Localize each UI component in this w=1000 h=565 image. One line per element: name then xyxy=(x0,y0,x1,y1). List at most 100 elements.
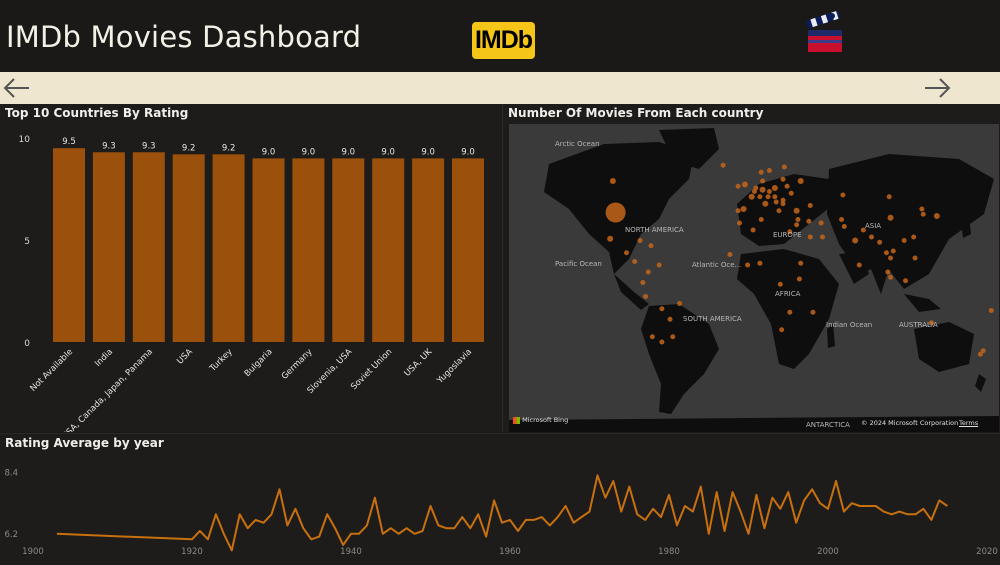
map-bubble[interactable] xyxy=(795,217,801,222)
map-bubble[interactable] xyxy=(796,276,802,282)
map-bubble[interactable] xyxy=(727,252,733,257)
map-bubble[interactable] xyxy=(798,260,804,266)
map-bubble[interactable] xyxy=(751,189,757,194)
map-bubble[interactable] xyxy=(750,227,756,233)
map-bubble[interactable] xyxy=(772,194,778,200)
map-bubble[interactable] xyxy=(740,206,747,212)
map-bubble[interactable] xyxy=(780,176,786,182)
bar[interactable] xyxy=(92,152,125,342)
map-bubble[interactable] xyxy=(607,235,614,242)
map-bubble[interactable] xyxy=(643,294,649,299)
forward-arrow-icon[interactable] xyxy=(922,74,952,102)
bar[interactable] xyxy=(252,158,285,342)
map-bubble[interactable] xyxy=(760,178,766,184)
map-bubble[interactable] xyxy=(890,248,896,254)
map-bubble[interactable] xyxy=(758,217,764,222)
map-bubble[interactable] xyxy=(794,222,800,228)
map-bubble[interactable] xyxy=(806,218,812,224)
map-bubble[interactable] xyxy=(779,327,785,333)
map-bubble[interactable] xyxy=(773,199,779,205)
map-bubble[interactable] xyxy=(667,316,673,322)
map-bubble[interactable] xyxy=(920,211,926,217)
map-bubble[interactable] xyxy=(869,234,874,240)
map-bubble[interactable] xyxy=(745,262,751,268)
bar[interactable] xyxy=(132,152,165,342)
rating-line[interactable] xyxy=(56,474,948,552)
map-bubble[interactable] xyxy=(840,192,846,198)
map-bubble[interactable] xyxy=(605,202,626,223)
map-bubble[interactable] xyxy=(656,262,662,268)
map-bubble[interactable] xyxy=(856,262,862,268)
map-bubble[interactable] xyxy=(766,189,772,194)
map-bubble[interactable] xyxy=(677,301,683,306)
map-bubble[interactable] xyxy=(977,351,983,357)
back-arrow-icon[interactable] xyxy=(2,74,32,102)
map-bubble[interactable] xyxy=(759,186,766,193)
bar[interactable] xyxy=(212,154,245,342)
map-bubble[interactable] xyxy=(640,280,646,285)
map-bubble[interactable] xyxy=(883,250,889,256)
map-bubble[interactable] xyxy=(609,178,616,184)
map-bubble[interactable] xyxy=(888,274,894,280)
map-bubble[interactable] xyxy=(670,334,676,340)
map-bubble[interactable] xyxy=(788,190,794,196)
bar[interactable] xyxy=(292,158,325,342)
map-bubble[interactable] xyxy=(852,237,859,244)
map-bubble[interactable] xyxy=(903,278,909,284)
map-bubble[interactable] xyxy=(632,259,638,264)
map-bubble[interactable] xyxy=(659,339,665,345)
map-bubble[interactable] xyxy=(787,309,793,315)
map-bubble[interactable] xyxy=(885,269,891,275)
map-bubble[interactable] xyxy=(776,208,782,214)
map-bubble[interactable] xyxy=(757,260,763,266)
map-bubble[interactable] xyxy=(807,234,813,240)
map-bubble[interactable] xyxy=(839,217,845,222)
bar[interactable] xyxy=(172,154,205,342)
map-bubble[interactable] xyxy=(637,238,643,243)
map-bubble[interactable] xyxy=(765,194,771,200)
bar[interactable] xyxy=(372,158,405,342)
map-bubble[interactable] xyxy=(877,239,883,245)
map-bubble[interactable] xyxy=(758,169,764,175)
map-bubble[interactable] xyxy=(736,220,742,226)
bar[interactable] xyxy=(332,158,365,342)
map-bubble[interactable] xyxy=(784,183,790,189)
map-bubble[interactable] xyxy=(648,243,654,249)
map-bubble[interactable] xyxy=(780,201,786,207)
map-bubble[interactable] xyxy=(988,308,994,313)
bar[interactable] xyxy=(53,148,85,342)
map-bubble[interactable] xyxy=(919,206,925,212)
map-bubble[interactable] xyxy=(659,306,665,312)
bar[interactable] xyxy=(412,158,445,342)
map-bubble[interactable] xyxy=(810,309,816,315)
map-bubble[interactable] xyxy=(748,193,755,200)
map-bubble[interactable] xyxy=(911,234,917,240)
bar[interactable] xyxy=(452,158,484,342)
map-bubble[interactable] xyxy=(766,168,772,173)
map-bubble[interactable] xyxy=(781,164,787,170)
map-bubble[interactable] xyxy=(933,213,940,219)
map-bubble[interactable] xyxy=(912,255,918,261)
map-bubble[interactable] xyxy=(757,194,763,200)
map-bubble[interactable] xyxy=(735,208,741,214)
map-bubble[interactable] xyxy=(888,255,894,261)
map-terms-link[interactable]: Terms xyxy=(959,419,978,427)
map-bubble[interactable] xyxy=(771,185,778,191)
map-bubble[interactable] xyxy=(797,178,804,184)
map-bubble[interactable] xyxy=(841,224,847,229)
map-bubble[interactable] xyxy=(777,281,783,287)
map-bubble[interactable] xyxy=(645,269,651,275)
map-bubble[interactable] xyxy=(720,162,726,168)
map-bubble[interactable] xyxy=(762,200,769,207)
map-bubble[interactable] xyxy=(820,234,825,240)
map-bubble[interactable] xyxy=(624,250,629,256)
map-bubble[interactable] xyxy=(807,203,813,208)
map-bubble[interactable] xyxy=(886,194,892,200)
map-bubble[interactable] xyxy=(887,214,894,221)
map-bubble[interactable] xyxy=(793,207,800,214)
map-bubble[interactable] xyxy=(649,334,655,340)
map-bubble[interactable] xyxy=(901,238,907,243)
world-map[interactable]: Arctic Ocean NORTH AMERICA EUROPE ASIA P… xyxy=(509,124,999,432)
map-bubble[interactable] xyxy=(818,220,824,226)
map-bubble[interactable] xyxy=(735,183,741,189)
